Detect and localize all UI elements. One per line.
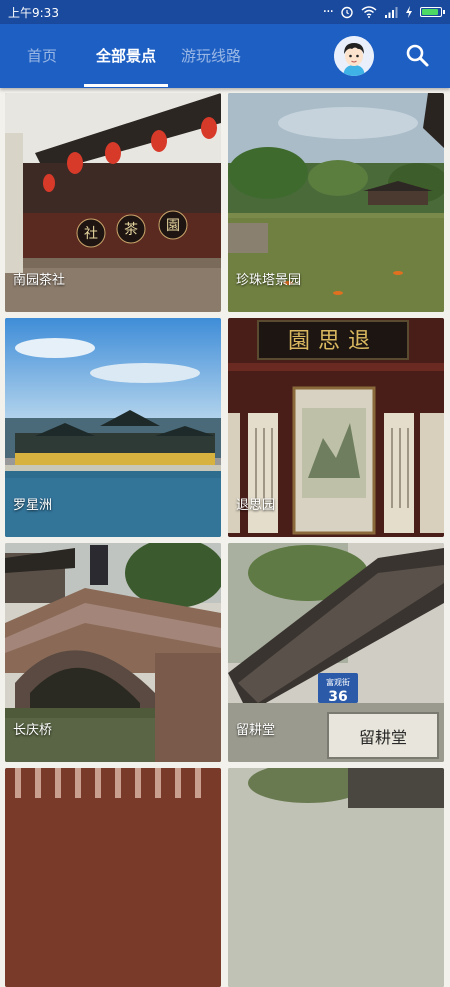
teahouse-sign-char: 社 (84, 226, 98, 242)
search-icon (406, 44, 429, 67)
street-sign-text: 富观街 (326, 677, 350, 687)
spot-card-tuisi-garden[interactable]: 園思退 退思园 (228, 318, 444, 537)
spot-name: 珍珠塔景园 (236, 273, 302, 288)
liugeng-plaque-text: 留耕堂 (359, 728, 407, 747)
notification-dots: ··· (322, 4, 334, 20)
search-button[interactable] (400, 38, 436, 74)
spot-name: 长庆桥 (13, 723, 53, 738)
house-number-text: 36 (328, 689, 347, 705)
status-time: 上午9:33 (8, 5, 59, 20)
spot-image (228, 768, 444, 987)
signal-icon (385, 7, 398, 18)
tab-all-spots[interactable]: 全部景点 (84, 24, 168, 88)
spot-card-luoxing-islet[interactable]: 罗星洲 (5, 318, 221, 537)
spot-card-nanyuan-teahouse[interactable]: 社 茶 園 南园茶社 (5, 93, 221, 312)
spot-name: 罗星洲 (13, 498, 53, 513)
tab-routes[interactable]: 游玩线路 (176, 24, 246, 88)
avatar-icon[interactable] (334, 36, 374, 76)
tab-home[interactable]: 首页 (14, 24, 70, 88)
spot-card-liugeng-hall[interactable]: 富观街 36 留耕堂 留耕堂 (228, 543, 444, 762)
spot-card-changqing-bridge[interactable]: 长庆桥 (5, 543, 221, 762)
spot-name: 留耕堂 (236, 723, 276, 738)
app-bar: 首页 全部景点 游玩线路 (0, 24, 450, 88)
spot-card-partial-right[interactable] (228, 768, 444, 987)
spot-name: 退思园 (236, 498, 276, 513)
spot-card-partial-left[interactable] (5, 768, 221, 987)
tab-indicator (84, 84, 168, 87)
battery-icon (420, 7, 445, 17)
charging-icon (406, 6, 412, 18)
alarm-icon (341, 6, 353, 19)
tuisi-plaque-text: 園思退 (288, 329, 378, 354)
status-bar: 上午9:33 ··· (0, 0, 450, 24)
teahouse-sign-char: 園 (166, 218, 180, 234)
wifi-icon (361, 6, 377, 18)
teahouse-sign-char: 茶 (124, 222, 138, 238)
spot-name: 南园茶社 (13, 273, 66, 288)
spot-card-pearl-pagoda-garden[interactable]: 珍珠塔景园 (228, 93, 444, 312)
spot-image (5, 768, 221, 987)
